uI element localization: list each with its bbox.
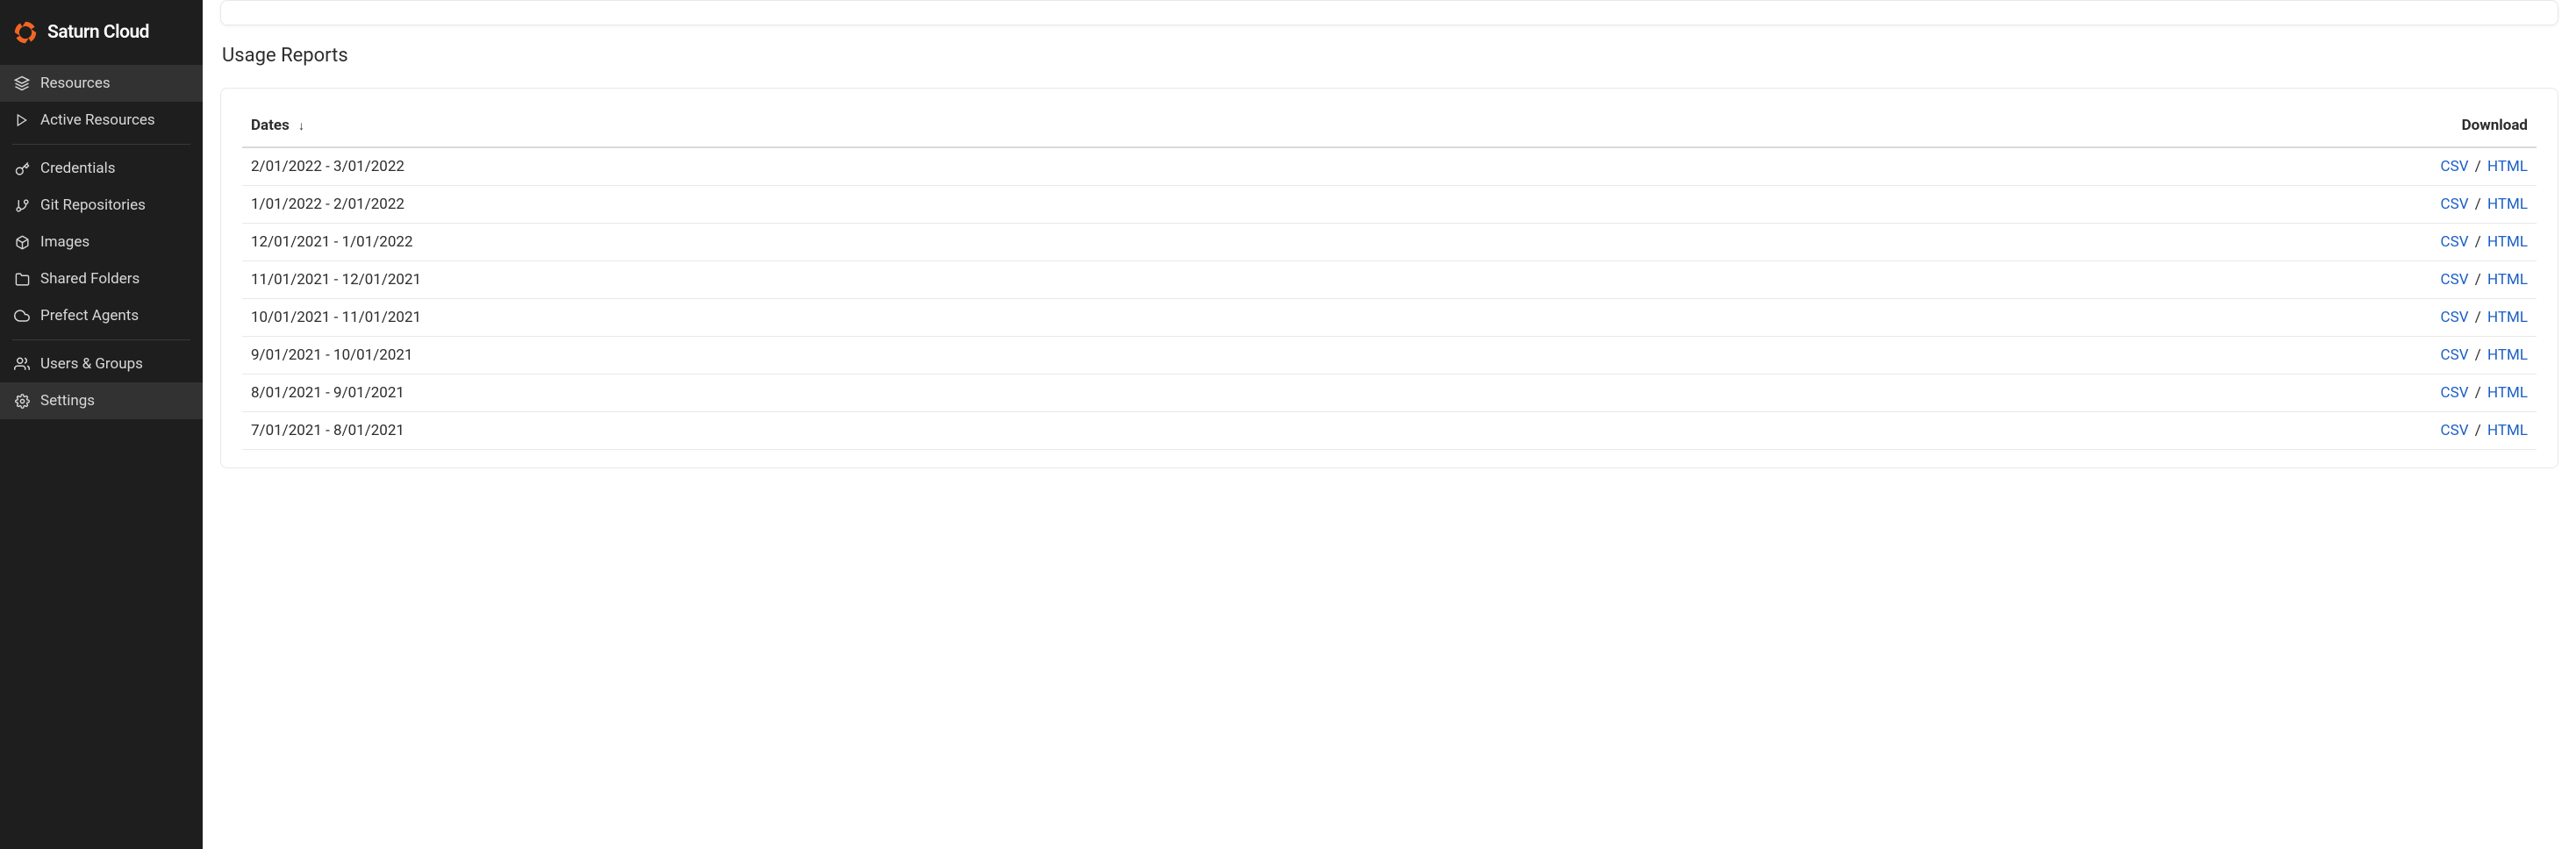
brand-logo-icon [12, 19, 39, 46]
usage-reports-card: Dates ↓ Download 2/01/2022 - 3/01/2022CS… [220, 88, 2558, 468]
sidebar-item-git-repositories[interactable]: Git Repositories [0, 187, 203, 224]
separator: / [2469, 158, 2487, 175]
download-html-link[interactable]: HTML [2487, 346, 2528, 364]
sidebar: Saturn Cloud Resources Active Resources [0, 0, 203, 849]
usage-reports-table: Dates ↓ Download 2/01/2022 - 3/01/2022CS… [242, 106, 2537, 450]
cloud-icon [14, 308, 30, 324]
cell-download: CSV / HTML [1714, 299, 2537, 337]
column-header-download: Download [1714, 106, 2537, 147]
sidebar-item-shared-folders[interactable]: Shared Folders [0, 260, 203, 297]
cell-download: CSV / HTML [1714, 337, 2537, 375]
separator: / [2469, 422, 2487, 439]
sidebar-item-label: Active Resources [40, 111, 155, 129]
git-branch-icon [14, 197, 30, 213]
cell-dates: 9/01/2021 - 10/01/2021 [242, 337, 1714, 375]
cell-dates: 1/01/2022 - 2/01/2022 [242, 186, 1714, 224]
cube-icon [14, 234, 30, 250]
sidebar-item-label: Credentials [40, 160, 116, 177]
separator: / [2469, 346, 2487, 364]
download-csv-link[interactable]: CSV [2441, 271, 2469, 289]
cell-dates: 12/01/2021 - 1/01/2022 [242, 224, 1714, 261]
table-row: 9/01/2021 - 10/01/2021CSV / HTML [242, 337, 2537, 375]
cell-download: CSV / HTML [1714, 186, 2537, 224]
cell-dates: 10/01/2021 - 11/01/2021 [242, 299, 1714, 337]
sidebar-item-label: Images [40, 233, 89, 251]
table-row: 11/01/2021 - 12/01/2021CSV / HTML [242, 261, 2537, 299]
sidebar-item-label: Resources [40, 75, 111, 92]
download-csv-link[interactable]: CSV [2441, 422, 2469, 439]
download-html-link[interactable]: HTML [2487, 422, 2528, 439]
folder-icon [14, 271, 30, 287]
previous-card-stub [220, 0, 2558, 25]
brand: Saturn Cloud [0, 12, 203, 65]
table-row: 8/01/2021 - 9/01/2021CSV / HTML [242, 375, 2537, 412]
sidebar-item-settings[interactable]: Settings [0, 382, 203, 419]
cell-download: CSV / HTML [1714, 261, 2537, 299]
table-row: 10/01/2021 - 11/01/2021CSV / HTML [242, 299, 2537, 337]
download-html-link[interactable]: HTML [2487, 158, 2528, 175]
sidebar-item-label: Shared Folders [40, 270, 140, 288]
cell-download: CSV / HTML [1714, 375, 2537, 412]
sidebar-item-credentials[interactable]: Credentials [0, 150, 203, 187]
nav-group-1: Resources Active Resources [0, 65, 203, 139]
cell-download: CSV / HTML [1714, 412, 2537, 450]
sidebar-item-active-resources[interactable]: Active Resources [0, 102, 203, 139]
section-title: Usage Reports [220, 45, 2558, 67]
main: Usage Reports Dates ↓ Download 2/01/2022… [203, 0, 2576, 849]
table-row: 12/01/2021 - 1/01/2022CSV / HTML [242, 224, 2537, 261]
play-icon [14, 112, 30, 128]
download-csv-link[interactable]: CSV [2441, 158, 2469, 175]
separator: / [2469, 309, 2487, 326]
cell-download: CSV / HTML [1714, 224, 2537, 261]
sidebar-item-prefect-agents[interactable]: Prefect Agents [0, 297, 203, 334]
download-csv-link[interactable]: CSV [2441, 196, 2469, 213]
app: Saturn Cloud Resources Active Resources [0, 0, 2576, 849]
key-icon [14, 161, 30, 176]
download-html-link[interactable]: HTML [2487, 309, 2528, 326]
sidebar-item-label: Settings [40, 392, 95, 410]
sidebar-item-label: Git Repositories [40, 196, 146, 214]
download-csv-link[interactable]: CSV [2441, 233, 2469, 251]
cell-dates: 8/01/2021 - 9/01/2021 [242, 375, 1714, 412]
table-row: 1/01/2022 - 2/01/2022CSV / HTML [242, 186, 2537, 224]
separator: / [2469, 271, 2487, 289]
download-csv-link[interactable]: CSV [2441, 309, 2469, 326]
brand-name: Saturn Cloud [47, 22, 149, 43]
download-html-link[interactable]: HTML [2487, 196, 2528, 213]
nav-divider [12, 144, 190, 145]
download-html-link[interactable]: HTML [2487, 233, 2528, 251]
sidebar-item-images[interactable]: Images [0, 224, 203, 260]
cell-dates: 11/01/2021 - 12/01/2021 [242, 261, 1714, 299]
sidebar-item-resources[interactable]: Resources [0, 65, 203, 102]
separator: / [2469, 384, 2487, 402]
download-csv-link[interactable]: CSV [2441, 346, 2469, 364]
sidebar-item-label: Users & Groups [40, 355, 143, 373]
sidebar-item-users-groups[interactable]: Users & Groups [0, 346, 203, 382]
column-header-dates[interactable]: Dates ↓ [242, 106, 1714, 147]
download-html-link[interactable]: HTML [2487, 271, 2528, 289]
download-html-link[interactable]: HTML [2487, 384, 2528, 402]
gear-icon [14, 393, 30, 409]
table-row: 7/01/2021 - 8/01/2021CSV / HTML [242, 412, 2537, 450]
sidebar-item-label: Prefect Agents [40, 307, 139, 325]
users-icon [14, 356, 30, 372]
table-row: 2/01/2022 - 3/01/2022CSV / HTML [242, 147, 2537, 186]
nav-group-3: Users & Groups Settings [0, 346, 203, 419]
separator: / [2469, 196, 2487, 213]
sort-desc-icon: ↓ [298, 118, 304, 133]
separator: / [2469, 233, 2487, 251]
cell-download: CSV / HTML [1714, 147, 2537, 186]
layers-icon [14, 75, 30, 91]
download-csv-link[interactable]: CSV [2441, 384, 2469, 402]
cell-dates: 2/01/2022 - 3/01/2022 [242, 147, 1714, 186]
cell-dates: 7/01/2021 - 8/01/2021 [242, 412, 1714, 450]
nav-divider [12, 339, 190, 340]
nav-group-2: Credentials Git Repositories Images Shar… [0, 150, 203, 334]
